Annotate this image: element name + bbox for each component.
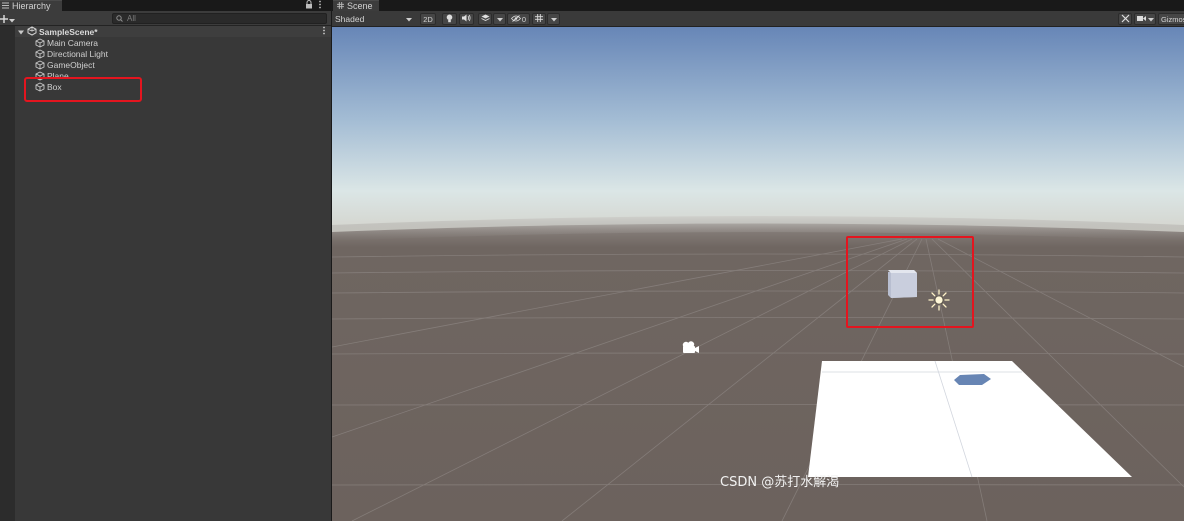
scene-viewport[interactable] bbox=[332, 27, 1184, 521]
eye-slash-icon bbox=[510, 14, 521, 24]
hierarchy-item-main-camera[interactable]: Main Camera bbox=[15, 37, 331, 48]
hierarchy-tab[interactable]: Hierarchy bbox=[0, 0, 62, 11]
gizmos-label: Gizmos bbox=[1161, 14, 1184, 24]
highlight-box-item bbox=[24, 77, 142, 102]
layers-icon bbox=[480, 14, 490, 24]
tools-button[interactable] bbox=[1118, 13, 1132, 25]
shading-mode-label: Shaded bbox=[335, 14, 365, 24]
scene-tab-label: Scene bbox=[347, 1, 373, 11]
scene-row[interactable]: SampleScene* bbox=[15, 25, 331, 38]
chevron-down-icon bbox=[1147, 15, 1154, 24]
toggle-2d-button[interactable]: 2D bbox=[420, 13, 436, 25]
grid-toggle-button[interactable] bbox=[532, 13, 546, 25]
hidden-count: 0 bbox=[521, 14, 527, 24]
watermark: CSDN @苏打水解渴 bbox=[720, 475, 840, 490]
audio-toggle-button[interactable] bbox=[459, 13, 474, 25]
scene-render bbox=[332, 27, 1184, 521]
scene-panel: Scene Shaded 2D 0 Gizmos bbox=[332, 0, 1184, 521]
add-button[interactable] bbox=[0, 12, 16, 25]
hierarchy-item-label: Directional Light bbox=[47, 48, 108, 59]
gameobject-cube-icon bbox=[35, 37, 45, 48]
scene-tab[interactable]: Scene bbox=[333, 0, 379, 11]
highlight-cube-region bbox=[846, 236, 974, 328]
chevron-down-icon bbox=[550, 15, 557, 24]
chevron-down-icon bbox=[9, 13, 15, 25]
shading-mode-dropdown[interactable]: Shaded bbox=[333, 13, 415, 25]
tools-icon bbox=[1121, 14, 1130, 25]
lightbulb-icon bbox=[446, 14, 453, 25]
hierarchy-tab-label: Hierarchy bbox=[12, 1, 51, 11]
hierarchy-toolbar bbox=[0, 11, 331, 26]
hierarchy-item-label: Main Camera bbox=[47, 37, 99, 48]
toggle-2d-label: 2D bbox=[423, 14, 433, 24]
hierarchy-item-gameobject[interactable]: GameObject bbox=[15, 59, 331, 70]
foldout-arrow-icon[interactable] bbox=[18, 27, 24, 37]
grid-dropdown[interactable] bbox=[547, 13, 560, 25]
hierarchy-item-label: GameObject bbox=[47, 59, 95, 70]
scene-name: SampleScene* bbox=[39, 26, 98, 37]
hierarchy-panel: Hierarchy All SampleScene* Main Camera D… bbox=[0, 0, 331, 521]
hierarchy-item-directional-light[interactable]: Directional Light bbox=[15, 48, 331, 59]
gameobject-cube-icon bbox=[35, 59, 45, 70]
search-icon bbox=[116, 14, 124, 24]
effects-dropdown[interactable] bbox=[493, 13, 506, 25]
kebab-menu-icon[interactable] bbox=[318, 0, 327, 11]
chevron-down-icon bbox=[406, 14, 412, 24]
hierarchy-tab-bar: Hierarchy bbox=[0, 0, 331, 11]
hierarchy-gutter bbox=[0, 26, 15, 521]
plus-icon bbox=[0, 13, 8, 25]
camera-settings-button[interactable] bbox=[1134, 13, 1156, 25]
lighting-toggle-button[interactable] bbox=[442, 13, 457, 25]
scene-toolbar: Shaded 2D 0 Gizmos bbox=[332, 11, 1184, 27]
sky bbox=[332, 27, 1184, 232]
chevron-down-icon bbox=[496, 15, 503, 24]
gizmos-button[interactable]: Gizmos bbox=[1158, 13, 1184, 25]
grid-icon bbox=[337, 1, 344, 11]
scene-visibility-button[interactable]: 0 bbox=[507, 13, 530, 25]
search-input[interactable] bbox=[127, 14, 307, 23]
list-icon bbox=[2, 1, 9, 11]
lock-icon[interactable] bbox=[305, 0, 314, 11]
unity-scene-icon bbox=[27, 25, 37, 38]
search-field[interactable] bbox=[112, 13, 327, 24]
video-camera-icon bbox=[1136, 15, 1146, 24]
speaker-icon bbox=[462, 14, 471, 24]
scene-tab-bar: Scene bbox=[332, 0, 1184, 11]
effects-toggle-button[interactable] bbox=[478, 13, 492, 25]
gameobject-cube-icon bbox=[35, 48, 45, 59]
grid-icon bbox=[535, 14, 543, 24]
